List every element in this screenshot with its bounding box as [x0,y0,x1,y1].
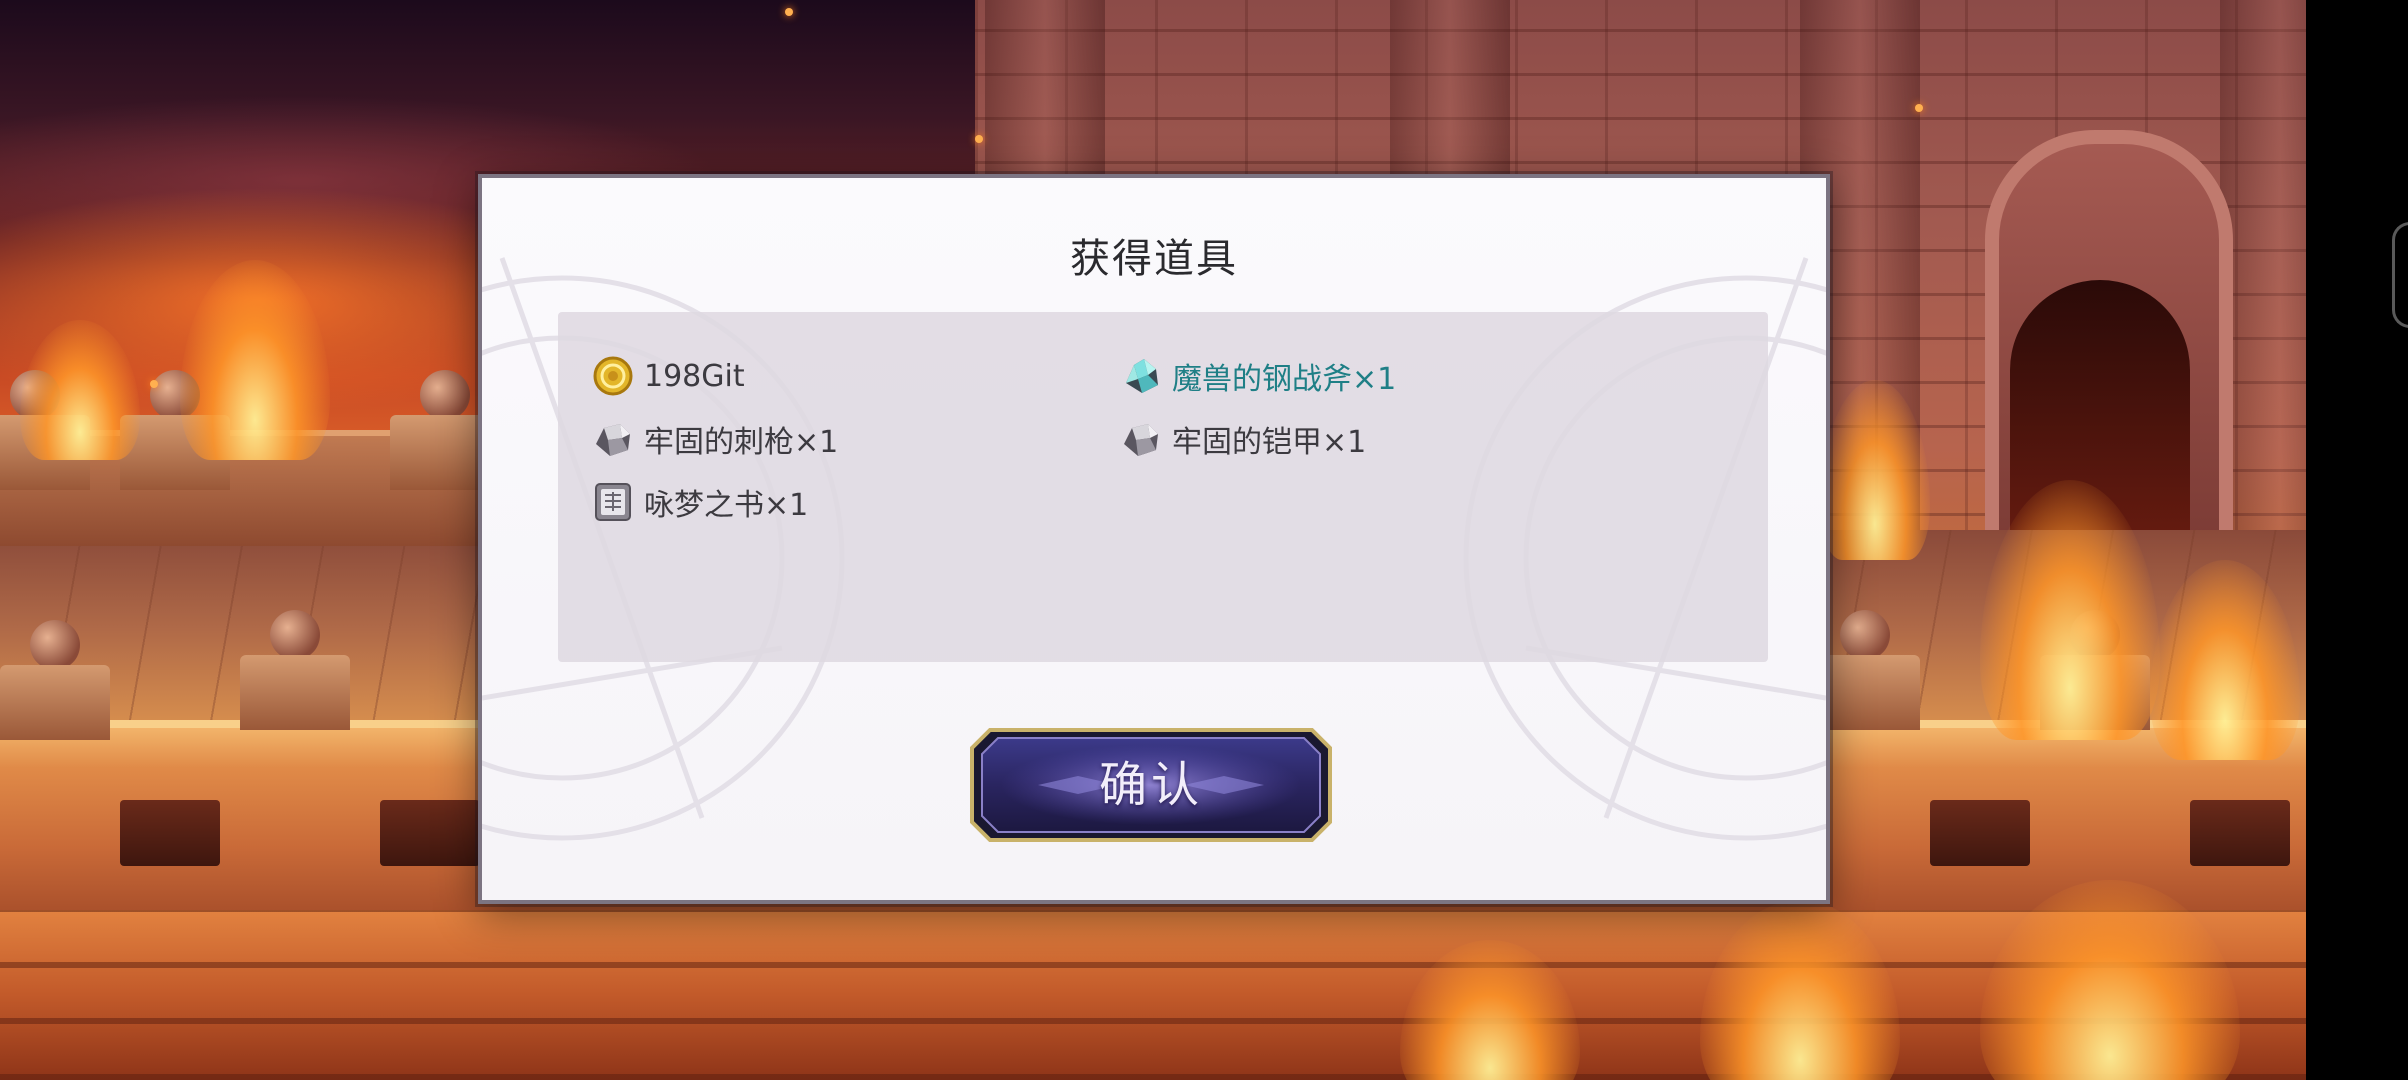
iron-ore-icon [596,424,630,456]
reward-item-book: 咏梦之书×1 [592,478,808,526]
reward-items-panel: 198Git 魔兽的钢战斧×1 牢固的刺枪×1 牢固的铠甲×1 咏梦之书×1 [558,312,1768,662]
reward-item-armor: 牢固的铠甲×1 [1120,415,1366,463]
iron-ore-icon [1124,424,1158,456]
screen-edge [2306,0,2408,1080]
game-screen: 获得道具 198Git 魔兽的钢战斧×1 牢固的刺枪×1 牢固的铠甲×1 咏梦之… [0,0,2408,1080]
ember [150,380,158,388]
confirm-button-label: 确认 [1098,757,1203,813]
item-reward-dialog: 获得道具 198Git 魔兽的钢战斧×1 牢固的刺枪×1 牢固的铠甲×1 咏梦之… [478,174,1830,904]
reward-item-label: 咏梦之书×1 [644,488,809,523]
dialog-title: 获得道具 [1070,236,1238,282]
railing-finial [0,620,110,740]
reward-item-label: 198Git [644,358,745,394]
reward-item-label: 牢固的铠甲×1 [1172,425,1367,460]
book-icon [595,483,631,521]
side-panel-handle[interactable] [2392,222,2408,328]
reward-item-gold: 198Git [592,352,745,400]
railing-slot [380,800,480,866]
ember [785,8,793,16]
reward-item-spear: 牢固的刺枪×1 [592,415,838,463]
reward-item-label: 魔兽的钢战斧×1 [1172,362,1397,397]
gold-coin-icon [593,356,633,396]
railing-finial [240,610,350,730]
reward-item-axe: 魔兽的钢战斧×1 [1120,352,1396,400]
confirm-button[interactable]: 确认 [968,726,1334,844]
ember [1915,104,1923,112]
railing-slot [1930,800,2030,866]
crystal-ore-icon [1126,359,1158,393]
railing-slot [2190,800,2290,866]
reward-item-label: 牢固的刺枪×1 [644,425,839,460]
railing-slot [120,800,220,866]
ember [975,135,983,143]
wooden-beams [0,910,2306,1080]
